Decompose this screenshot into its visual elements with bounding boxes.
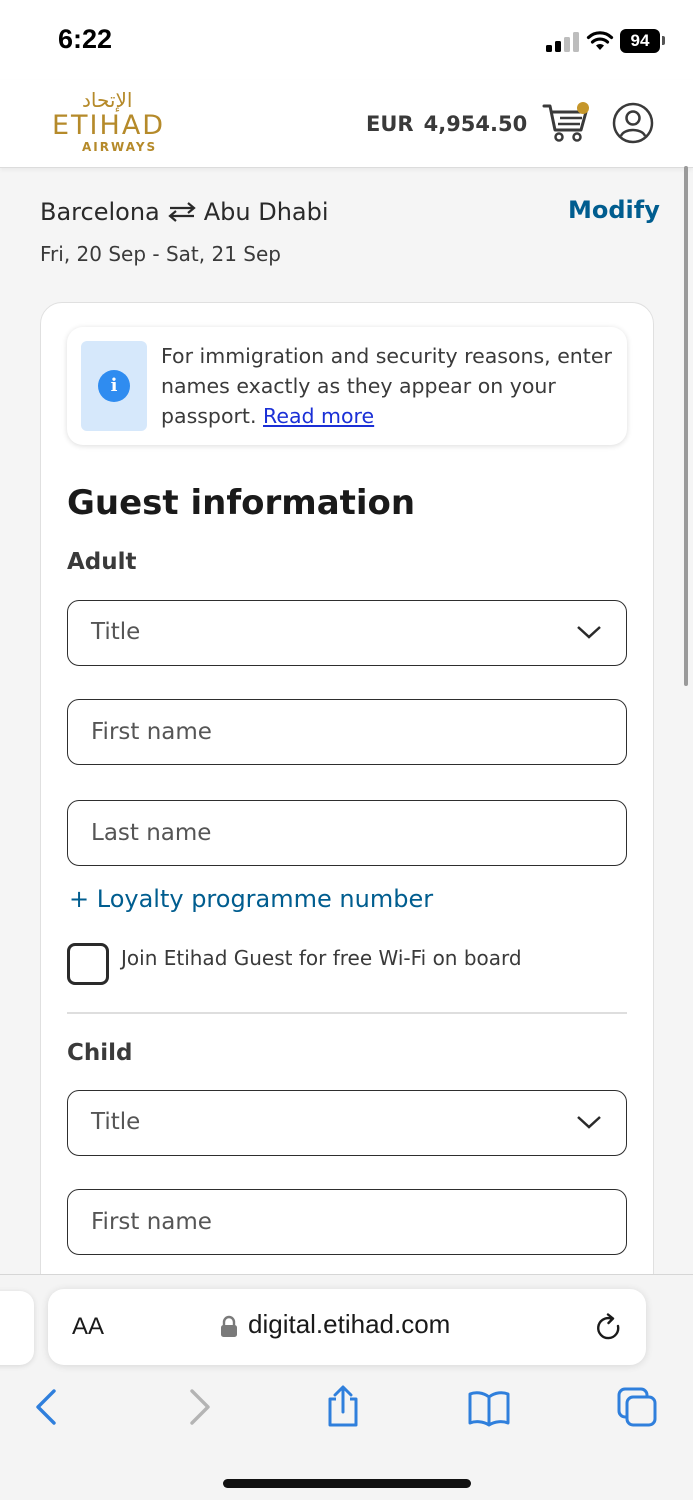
- status-time: 6:22: [58, 24, 113, 54]
- shopping-cart-icon[interactable]: [542, 100, 594, 144]
- adult-last-name-input[interactable]: [91, 801, 626, 865]
- trip-dates: Fri, 20 Sep - Sat, 21 Sep: [40, 242, 281, 266]
- adult-label: Adult: [67, 549, 137, 575]
- cellular-signal-icon: [546, 32, 579, 52]
- address-bar[interactable]: AA digital.etihad.com: [48, 1289, 646, 1365]
- chevron-down-icon: [577, 1116, 601, 1129]
- notice-message: For immigration and security reasons, en…: [161, 344, 612, 428]
- adult-last-name-field[interactable]: [67, 800, 627, 866]
- etihad-logo[interactable]: الإتحاد ETIHAD AIRWAYS: [52, 88, 182, 156]
- wifi-icon: [586, 31, 614, 50]
- join-etihad-guest-label[interactable]: Join Etihad Guest for free Wi-Fi on boar…: [121, 946, 522, 970]
- section-divider: [67, 1012, 627, 1014]
- passport-notice: i For immigration and security reasons, …: [67, 327, 627, 445]
- logo-subtitle: AIRWAYS: [82, 140, 158, 154]
- lock-icon: [221, 1315, 237, 1337]
- child-title-select[interactable]: Title: [67, 1090, 627, 1156]
- info-icon: i: [98, 370, 130, 402]
- adult-first-name-field[interactable]: [67, 699, 627, 765]
- join-etihad-guest-checkbox[interactable]: [67, 943, 109, 985]
- child-title-value: Title: [91, 1109, 141, 1135]
- cart-currency: EUR: [366, 112, 414, 136]
- child-first-name-input[interactable]: [91, 1190, 626, 1254]
- notice-icon-box: i: [81, 341, 147, 431]
- adult-title-value: Title: [91, 619, 141, 645]
- guest-info-heading: Guest information: [67, 483, 416, 523]
- notice-text: For immigration and security reasons, en…: [161, 341, 621, 431]
- round-trip-arrows-icon: [168, 202, 196, 222]
- scroll-indicator[interactable]: [684, 166, 688, 686]
- app-header: الإتحاد ETIHAD AIRWAYS EUR 4,954.50: [0, 80, 693, 168]
- guest-info-card: i For immigration and security reasons, …: [40, 302, 654, 1302]
- tabs-icon[interactable]: [615, 1385, 659, 1429]
- battery-indicator: 94: [620, 29, 660, 53]
- add-loyalty-number-link[interactable]: + Loyalty programme number: [69, 885, 433, 913]
- reader-settings-button[interactable]: AA: [72, 1313, 104, 1341]
- adult-title-select[interactable]: Title: [67, 600, 627, 666]
- share-icon[interactable]: [321, 1385, 365, 1429]
- battery-tip: [662, 36, 665, 45]
- cart-total[interactable]: EUR 4,954.50: [366, 112, 527, 136]
- child-first-name-field[interactable]: [67, 1189, 627, 1255]
- cart-amount: 4,954.50: [423, 112, 528, 136]
- back-icon[interactable]: [26, 1385, 70, 1429]
- status-bar: 6:22 94: [0, 0, 693, 80]
- bookmarks-icon[interactable]: [467, 1385, 511, 1429]
- reload-icon[interactable]: [594, 1313, 624, 1343]
- child-label: Child: [67, 1040, 133, 1066]
- browser-toolbar: AA digital.etihad.com: [0, 1274, 693, 1500]
- logo-wordmark: ETIHAD: [52, 110, 166, 141]
- previous-tab-edge[interactable]: [0, 1291, 34, 1365]
- read-more-link[interactable]: Read more: [263, 404, 374, 428]
- chevron-down-icon: [577, 626, 601, 639]
- adult-first-name-input[interactable]: [91, 700, 626, 764]
- logo-arabic-text: الإتحاد: [82, 88, 133, 112]
- trip-route: Barcelona Abu Dhabi: [40, 198, 329, 226]
- modify-button[interactable]: Modify: [568, 196, 660, 224]
- forward-icon[interactable]: [176, 1385, 220, 1429]
- destination-city: Abu Dhabi: [203, 198, 329, 226]
- user-profile-icon[interactable]: [612, 102, 654, 144]
- origin-city: Barcelona: [40, 198, 160, 226]
- home-indicator[interactable]: [223, 1479, 471, 1488]
- url-text[interactable]: digital.etihad.com: [248, 1309, 450, 1340]
